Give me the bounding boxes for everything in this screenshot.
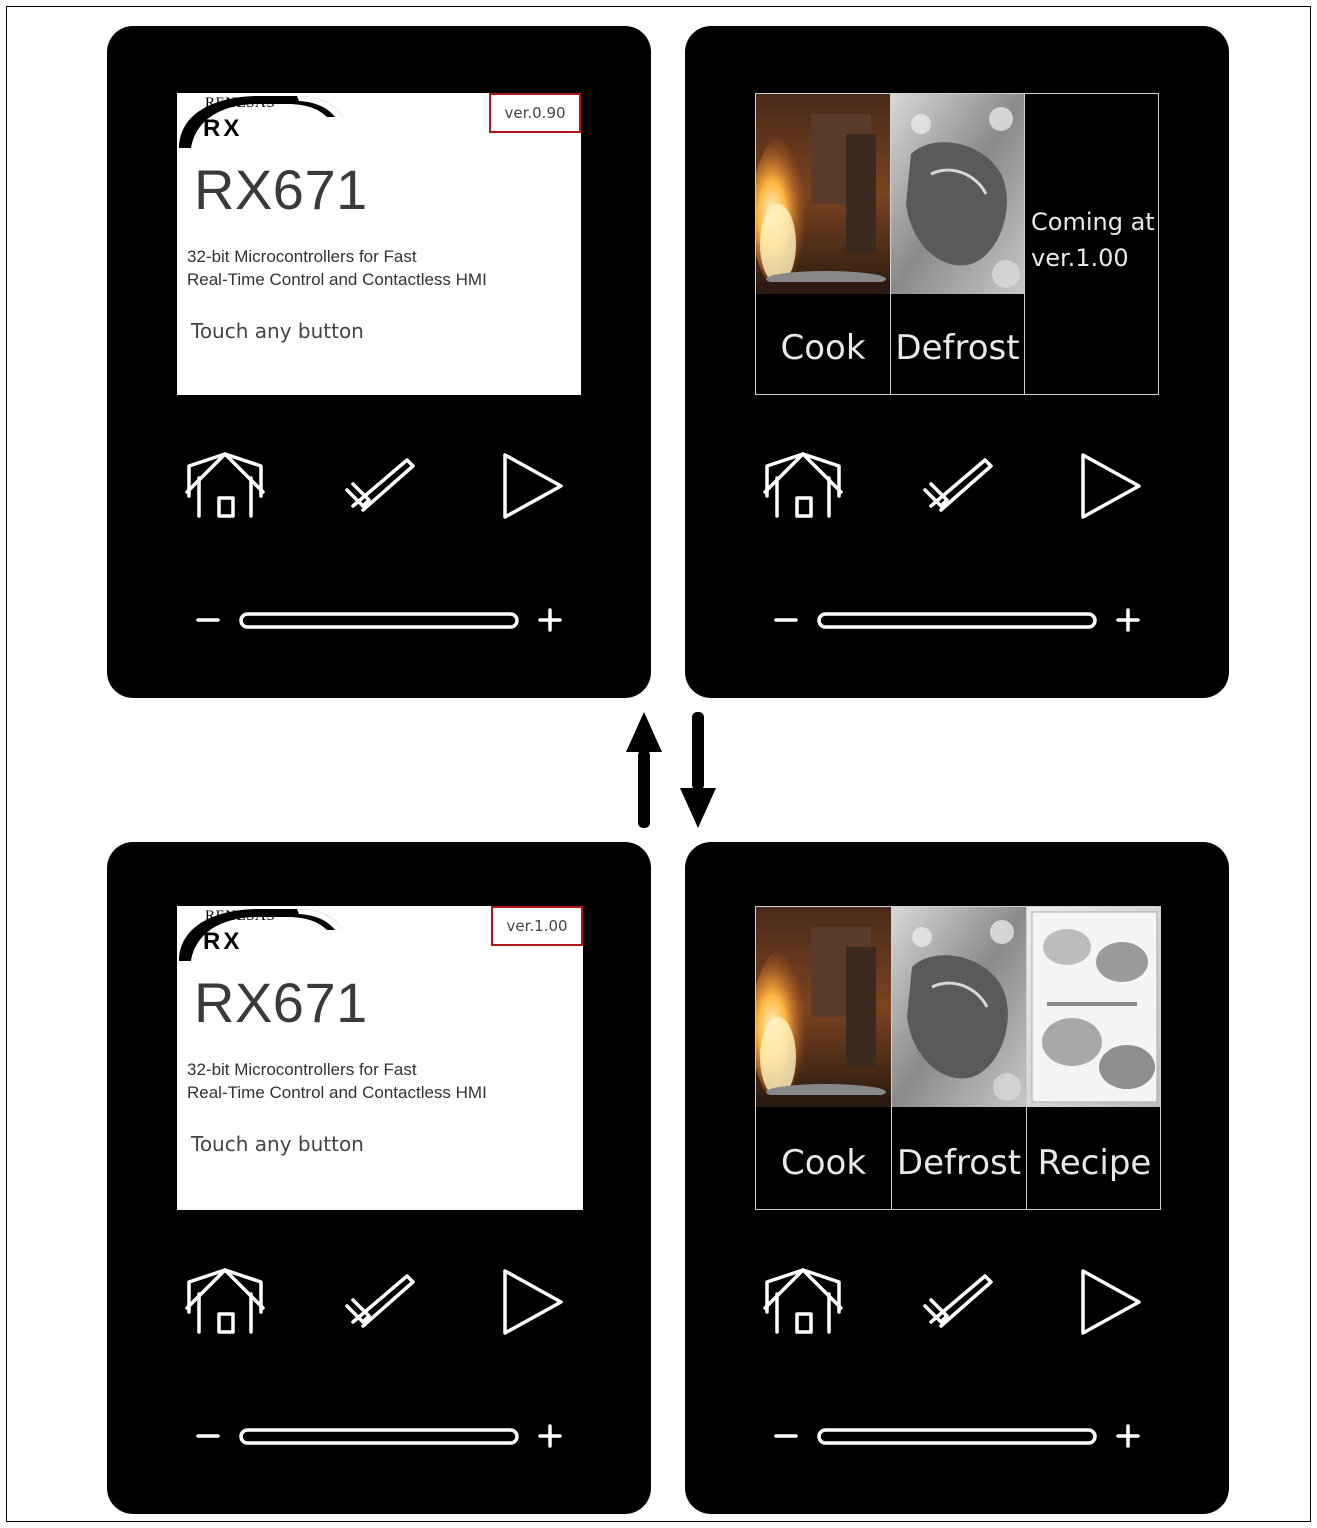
plus-icon[interactable] [1116,608,1140,632]
up-arrow-icon [626,712,662,828]
slider-track[interactable] [817,1428,1097,1445]
tile-label-cook: Cook [780,1143,867,1183]
version-badge: ver.0.90 [489,93,581,133]
tile-label-defrost: Defrost [895,328,1020,368]
description: 32-bit Microcontrollers for Fast Real-Ti… [187,245,487,291]
plus-icon[interactable] [538,608,562,632]
logo-brand-text: RENESAS [205,95,276,111]
logo-family-text: RX [203,928,243,955]
home-icon[interactable] [763,452,843,518]
check-icon[interactable] [345,458,415,512]
model-title: RX671 [194,971,368,1034]
version-badge: ver.1.00 [491,906,583,946]
description-line-1: 32-bit Microcontrollers for Fast [187,1060,417,1079]
renesas-rx-logo: RENESAS RX [177,93,347,151]
check-icon[interactable] [345,1274,415,1328]
home-icon[interactable] [185,1268,265,1334]
tile-label-cook: Cook [780,328,866,368]
transition-arrows [626,712,716,828]
slider-track[interactable] [817,612,1097,629]
device-panel-splash-v100: RENESAS RX ver.1.00 RX671 32-bit Microco… [107,842,651,1514]
menu-tile-cook[interactable]: Cook [756,94,891,394]
menu-tile-cook[interactable]: Cook [756,907,892,1209]
device-panel-menu-v100: Cook Defrost Recipe [685,842,1229,1514]
touch-prompt: Touch any button [191,319,364,343]
description-line-2: Real-Time Control and Contactless HMI [187,1083,487,1102]
description-line-2: Real-Time Control and Contactless HMI [187,270,487,289]
frozen-steak-photo [891,94,1024,294]
play-icon[interactable] [503,1269,563,1335]
home-icon[interactable] [763,1268,843,1334]
tile-label-recipe: Recipe [1037,1143,1152,1183]
coming-soon-line-1: Coming at [1031,208,1155,236]
description-line-1: 32-bit Microcontrollers for Fast [187,247,417,266]
menu-tile-defrost[interactable]: Defrost [892,907,1027,1209]
flame-cooking-photo [756,907,891,1107]
home-icon[interactable] [185,452,265,518]
device-panel-splash-v090: RENESAS RX ver.0.90 RX671 32-bit Microco… [107,26,651,698]
slider-track[interactable] [239,612,519,629]
recipe-book-photo [1027,907,1160,1107]
check-icon[interactable] [923,1274,993,1328]
description: 32-bit Microcontrollers for Fast Real-Ti… [187,1058,487,1104]
renesas-rx-logo: RENESAS RX [177,906,347,964]
menu-tile-coming-soon: Coming at ver.1.00 [1025,94,1158,394]
frozen-steak-photo [892,907,1026,1107]
touch-prompt: Touch any button [191,1132,364,1156]
play-icon[interactable] [503,453,563,519]
menu-screen: Cook Defrost Coming at ver.1.00 [755,93,1159,395]
slider-track[interactable] [239,1428,519,1445]
device-panel-menu-v090: Cook Defrost Coming at ver.1.00 [685,26,1229,698]
coming-soon-text: Coming at ver.1.00 [1031,204,1155,276]
plus-icon[interactable] [1116,1424,1140,1448]
menu-screen: Cook Defrost Recipe [755,906,1161,1210]
menu-tile-recipe[interactable]: Recipe [1027,907,1160,1209]
down-arrow-icon [680,712,716,828]
flame-cooking-photo [756,94,890,294]
menu-tile-defrost[interactable]: Defrost [891,94,1025,394]
check-icon[interactable] [923,458,993,512]
model-title: RX671 [194,158,368,221]
splash-screen: RENESAS RX ver.0.90 RX671 32-bit Microco… [177,93,581,395]
logo-brand-text: RENESAS [205,908,276,924]
logo-family-text: RX [203,115,243,142]
tile-label-defrost: Defrost [896,1143,1022,1183]
coming-soon-line-2: ver.1.00 [1031,244,1129,272]
play-icon[interactable] [1081,1269,1141,1335]
splash-screen: RENESAS RX ver.1.00 RX671 32-bit Microco… [177,906,583,1210]
plus-icon[interactable] [538,1424,562,1448]
play-icon[interactable] [1081,453,1141,519]
